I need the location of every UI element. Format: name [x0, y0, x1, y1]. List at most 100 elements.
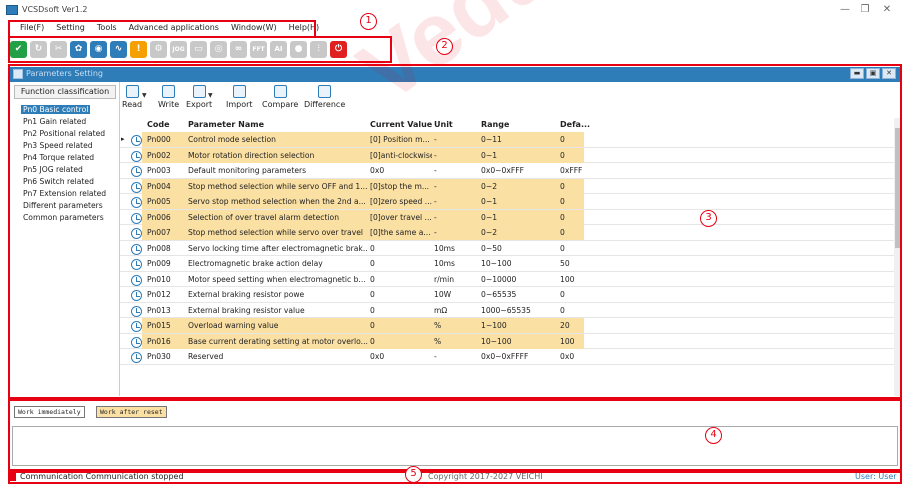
menu-file[interactable]: File(F) — [14, 22, 50, 36]
clock-icon — [131, 150, 142, 162]
warning-icon[interactable]: ! — [130, 40, 147, 58]
menu-window[interactable]: Window(W) — [225, 22, 283, 36]
import-button[interactable]: Import — [226, 85, 253, 109]
cell-default: 0xFFF — [560, 166, 583, 175]
sliders-icon[interactable]: ⫶ — [310, 40, 327, 58]
panel-icon — [13, 69, 23, 79]
cell-current-value[interactable]: 0 — [370, 321, 432, 330]
table-row[interactable]: Pn013 External braking resistor value 0 mΩ 1… — [120, 303, 895, 318]
function-classification-button[interactable]: Function classification — [14, 85, 116, 99]
minimize-button[interactable]: — — [836, 3, 854, 17]
power-icon[interactable]: ⏻ — [330, 40, 347, 58]
column-parameter-name[interactable]: Parameter Name — [188, 120, 264, 129]
scrollbar-thumb[interactable] — [895, 128, 900, 248]
eye-icon[interactable]: ◉ — [90, 40, 107, 58]
table-row[interactable]: Pn016 Base current derating setting at mo… — [120, 333, 895, 349]
cell-current-value[interactable]: [0] Position m... — [370, 135, 432, 144]
user-label[interactable]: User: User — [855, 472, 897, 481]
cell-current-value[interactable]: 0x0 — [370, 352, 432, 361]
cell-current-value[interactable]: 0 — [370, 306, 432, 315]
table-row[interactable]: Pn003 Default monitoring parameters 0x0- 0x… — [120, 163, 895, 179]
table-row[interactable]: Pn005 Servo stop method selection when th… — [120, 194, 895, 210]
ai-icon[interactable]: AI — [270, 40, 287, 58]
cell-current-value[interactable]: [0]zero speed ... — [370, 197, 432, 206]
cell-current-value[interactable]: [0]stop the m... — [370, 182, 432, 191]
cell-current-value[interactable]: 0 — [370, 337, 432, 346]
column-range[interactable]: Range — [481, 120, 509, 129]
table-row[interactable]: Pn010 Motor speed setting when electromag… — [120, 272, 895, 287]
column-unit[interactable]: Unit — [434, 120, 453, 129]
cell-current-value[interactable]: [0]anti-clockwise — [370, 151, 432, 160]
fft-icon[interactable]: FFT — [250, 40, 267, 58]
cell-parameter-name: Stop method selection while servo over t… — [188, 228, 363, 237]
difference-button[interactable]: Difference — [304, 85, 345, 109]
cell-current-value[interactable]: 0 — [370, 275, 432, 284]
jog-icon[interactable]: JOG — [170, 40, 187, 58]
waveform-icon[interactable]: ∿ — [110, 40, 127, 58]
sidebar-item-different[interactable]: Different parameters — [23, 201, 103, 210]
close-button[interactable]: ✕ — [878, 3, 896, 17]
annotation-number-2: 2 — [436, 38, 453, 55]
table-row[interactable]: Pn008 Servo locking time after electromag… — [120, 241, 895, 256]
column-code[interactable]: Code — [147, 120, 170, 129]
panel-restore-button[interactable]: ▣ — [866, 68, 880, 79]
menu-tools[interactable]: Tools — [91, 22, 123, 36]
table-row[interactable]: Pn012 External braking resistor powe 0 10W 0… — [120, 287, 895, 303]
table-row[interactable]: Pn007 Stop method selection while servo o… — [120, 225, 895, 241]
maximize-button[interactable]: ❐ — [856, 3, 874, 17]
cell-range: 0~1 — [481, 197, 498, 206]
link-icon[interactable]: ∞ — [230, 40, 247, 58]
table-row[interactable]: ▸ Pn000 Control mode selection [0] Position… — [120, 132, 895, 148]
cell-default: 0 — [560, 181, 565, 191]
bulb-icon[interactable]: ● — [290, 40, 307, 58]
column-default[interactable]: Defa... — [560, 120, 590, 129]
target-icon[interactable]: ◎ — [210, 40, 227, 58]
sidebar-item-common[interactable]: Common parameters — [23, 213, 104, 222]
sidebar-item-pn5[interactable]: Pn5 JOG related — [23, 165, 83, 174]
panel-minimize-button[interactable]: ▬ — [850, 68, 864, 79]
annotation-number-3: 3 — [700, 210, 717, 227]
sidebar-item-pn7[interactable]: Pn7 Extension related — [23, 189, 106, 198]
cell-code: Pn015 — [147, 321, 171, 330]
write-button[interactable]: Write — [158, 85, 179, 109]
cell-current-value[interactable]: 0 — [370, 244, 432, 253]
sidebar-item-pn3[interactable]: Pn3 Speed related — [23, 141, 93, 150]
table-row[interactable]: Pn006 Selection of over travel alarm dete… — [120, 209, 895, 225]
clock-icon — [131, 181, 142, 193]
panel-close-button[interactable]: ✕ — [882, 68, 896, 79]
sidebar-item-pn1[interactable]: Pn1 Gain related — [23, 117, 86, 126]
cell-current-value[interactable]: 0 — [370, 290, 432, 299]
gear-icon[interactable]: ✿ — [70, 40, 87, 58]
cell-code: Pn016 — [147, 336, 171, 346]
table-row[interactable]: Pn004 Stop method selection while servo O… — [120, 178, 895, 194]
table-row[interactable]: Pn015 Overload warning value 0% 1~100 20 — [120, 318, 895, 334]
table-row[interactable]: Pn009 Electromagnetic brake action delay 0… — [120, 256, 895, 272]
cell-current-value[interactable]: 0 — [370, 259, 432, 268]
table-scrollbar[interactable] — [894, 118, 900, 396]
monitor-icon[interactable]: ▭ — [190, 40, 207, 58]
table-row[interactable]: Pn002 Motor rotation direction selection [… — [120, 147, 895, 163]
cell-code: Pn004 — [147, 181, 171, 191]
export-button[interactable]: Export ▼ — [186, 85, 213, 109]
tools-icon[interactable]: ✂ — [50, 40, 67, 58]
cell-current-value[interactable]: [0]the same a... — [370, 228, 432, 237]
read-button[interactable]: Read ▼ — [122, 85, 147, 109]
check-icon[interactable]: ✔ — [10, 40, 27, 58]
menu-advanced-applications[interactable]: Advanced applications — [123, 22, 225, 36]
menu-setting[interactable]: Setting — [50, 22, 91, 36]
cell-current-value[interactable]: [0]over travel ... — [370, 213, 432, 222]
read-dropdown-icon[interactable]: ▼ — [142, 92, 147, 99]
table-row[interactable]: Pn030 Reserved 0x0-0x0~0xFFFF 0x0 — [120, 349, 895, 365]
cell-range: 0~11 — [481, 135, 502, 144]
refresh-icon[interactable]: ↻ — [30, 40, 47, 58]
column-current-value[interactable]: Current Value — [370, 120, 432, 129]
menu-help[interactable]: Help(H) — [283, 22, 326, 36]
sidebar-item-pn4[interactable]: Pn4 Torque related — [23, 153, 94, 162]
cell-current-value[interactable]: 0x0 — [370, 166, 432, 175]
gear-cog-icon[interactable]: ⚙ — [150, 40, 167, 58]
export-dropdown-icon[interactable]: ▼ — [208, 92, 213, 99]
sidebar-item-pn2[interactable]: Pn2 Positional related — [23, 129, 105, 138]
sidebar-item-pn6[interactable]: Pn6 Switch related — [23, 177, 94, 186]
sidebar-item-pn0[interactable]: Pn0 Basic control — [21, 105, 91, 114]
compare-button[interactable]: Compare — [262, 85, 298, 109]
